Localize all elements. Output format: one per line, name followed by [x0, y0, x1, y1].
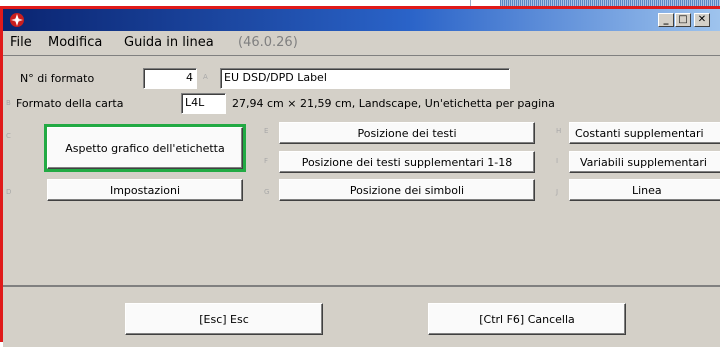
variabili-supplementari-button[interactable]: Variabili supplementari — [569, 151, 720, 173]
cancel-button[interactable]: [Ctrl F6] Cancella — [428, 303, 626, 335]
linea-button[interactable]: Linea — [569, 179, 720, 201]
impostazioni-button[interactable]: Impostazioni — [47, 179, 243, 201]
menu-bar: File Modifica Guida in linea (46.0.26) — [3, 31, 720, 53]
shortcut-g-label: G — [264, 188, 270, 196]
shortcut-f-label: F — [264, 157, 269, 165]
close-button[interactable]: ✕ — [694, 13, 710, 27]
app-logo-icon — [9, 12, 25, 28]
menu-guida[interactable]: Guida in linea — [124, 35, 214, 50]
app-window: _ □ ✕ File Modifica Guida in linea (46.0… — [0, 6, 720, 347]
esc-button[interactable]: [Esc] Esc — [125, 303, 323, 335]
menu-modifica[interactable]: Modifica — [48, 35, 102, 50]
shortcut-j-label: J — [556, 188, 559, 196]
paper-format-label: Formato della carta — [16, 97, 124, 110]
posizione-testi-supplementari-button[interactable]: Posizione dei testi supplementari 1-18 — [279, 151, 535, 173]
shortcut-c-label: C — [6, 132, 11, 140]
minimize-button[interactable]: _ — [658, 13, 674, 27]
shortcut-e-label: E — [264, 127, 269, 135]
shortcut-d-label: D — [6, 188, 12, 196]
format-number-label: N° di formato — [20, 72, 95, 85]
version-label: (46.0.26) — [238, 35, 298, 50]
shortcut-a-label: A — [203, 73, 208, 81]
paper-format-description: 27,94 cm × 21,59 cm, Landscape, Un'etich… — [232, 97, 555, 110]
maximize-button[interactable]: □ — [675, 13, 691, 27]
aspetto-grafico-button[interactable]: Aspetto grafico dell'etichetta — [44, 124, 246, 172]
shortcut-i-label: I — [556, 157, 559, 165]
posizione-simboli-button[interactable]: Posizione dei simboli — [279, 179, 535, 201]
shortcut-b-label: B — [6, 99, 11, 107]
format-name-field[interactable]: EU DSD/DPD Label — [220, 68, 510, 89]
main-panel: N° di formato 4 A EU DSD/DPD Label B For… — [3, 55, 720, 286]
format-number-field[interactable]: 4 — [143, 68, 197, 89]
posizione-testi-button[interactable]: Posizione dei testi — [279, 122, 535, 144]
paper-format-field[interactable]: L4L — [181, 93, 226, 114]
title-bar[interactable]: _ □ ✕ — [3, 9, 720, 31]
shortcut-h-label: H — [556, 127, 562, 135]
menu-file[interactable]: File — [10, 35, 32, 50]
costanti-supplementari-button[interactable]: Costanti supplementari — [569, 122, 720, 144]
footer-bar: [Esc] Esc [Ctrl F6] Cancella — [3, 285, 720, 347]
